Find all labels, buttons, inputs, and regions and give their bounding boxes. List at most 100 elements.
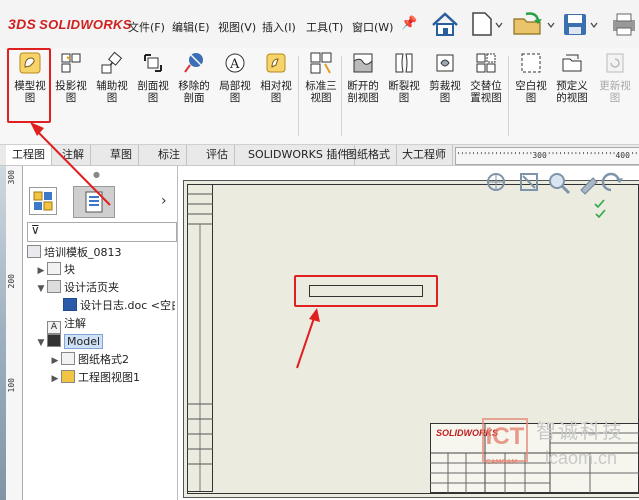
watermark-url: icaom.cn [545, 448, 618, 468]
menu-edit[interactable]: 编辑(E) [172, 19, 210, 35]
empty-view-icon [521, 53, 541, 73]
open-folder-icon [513, 12, 555, 35]
panel-grip-icon: ● [93, 170, 100, 179]
tab-markup[interactable]: 标注 [152, 145, 187, 165]
home-icon [432, 12, 458, 36]
print-button[interactable] [608, 10, 639, 38]
word-document-icon [63, 298, 77, 311]
tree-root[interactable]: 培训模板_0813 [27, 244, 122, 262]
detail-view-icon: A [225, 53, 245, 73]
empty-view-highlight [294, 275, 438, 307]
tree-item-sheet-format[interactable]: ▶ 图纸格式2 [49, 351, 129, 369]
watermark-logo: ICT [482, 418, 528, 462]
zoom-area-icon [520, 173, 538, 191]
horizontal-ruler: ''''''''''''''''''''300'''''''''''''''''… [455, 147, 639, 165]
crop-view-icon [436, 54, 454, 72]
save-button[interactable] [560, 10, 604, 38]
menu-view[interactable]: 视图(V) [218, 19, 256, 35]
feature-manager-panel: ● › ⊽ 培训模板_0813 ▶ 块 ▼ 设计活页夹 设计日志.doc <空白 A… [23, 166, 178, 500]
command-tabs: 工程图 注解 草图 标注 评估 SOLIDWORKS 插件 图纸格式 大工程师 … [0, 144, 639, 166]
tree-item-model[interactable]: ▼ Model [35, 333, 104, 351]
relative-view-button[interactable]: 相对视图 [258, 51, 294, 143]
command-manager-ribbon: 模型视图 投影视图 辅助视图 剖面视图 移除的 剖面 A 局部视图 相对视图 标准… [0, 48, 639, 144]
ribbon-separator [341, 56, 342, 136]
crop-view-button[interactable]: 剪裁视图 [427, 51, 463, 143]
zoom-icon [549, 173, 571, 195]
checkmark-icon [594, 199, 606, 219]
tree-item-block[interactable]: ▶ 块 [35, 261, 75, 279]
property-manager-icon [85, 191, 103, 213]
drawing-icon [27, 245, 41, 258]
filter-icon: ⊽ [31, 223, 40, 237]
standard-3-view-button[interactable]: 标准三 视图 [303, 51, 339, 143]
menu-insert[interactable]: 插入(I) [262, 19, 296, 35]
rotate-icon [601, 172, 623, 192]
heads-up-view-toolbar[interactable] [483, 170, 633, 196]
update-view-icon [606, 53, 624, 73]
section-view-button[interactable]: 剖面视图 [135, 51, 171, 143]
projected-view-icon [61, 53, 81, 73]
filter-box[interactable]: ⊽ [27, 222, 177, 242]
standard-3-view-icon [310, 52, 332, 74]
vertical-ruler: 300 200 100 [6, 166, 23, 500]
predefined-view-icon [562, 54, 582, 72]
pin-icon[interactable]: 📌 [401, 16, 417, 31]
ribbon-separator [508, 56, 509, 136]
predefined-view-button[interactable]: 预定义 的视图 [554, 51, 590, 143]
break-view-button[interactable]: 断裂视图 [386, 51, 422, 143]
ruler-label: 300 [7, 170, 16, 185]
ruler-label: 200 [7, 274, 16, 289]
home-button[interactable] [428, 10, 462, 38]
menu-file[interactable]: 文件(F) [128, 19, 165, 35]
drawing-view-icon [61, 370, 75, 383]
new-document-icon [472, 12, 503, 36]
title-bar: 3DS SOLIDWORKS 文件(F) 编辑(E) 视图(V) 插入(I) 工具… [0, 0, 639, 49]
solidworks-logo[interactable]: 3DS SOLIDWORKS [8, 16, 132, 32]
tree-item-design-log[interactable]: 设计日志.doc <空白 [63, 297, 175, 315]
sheet-icon [47, 334, 61, 347]
alternate-position-view-button[interactable]: 交替位 置视图 [468, 51, 504, 143]
chevron-right-icon[interactable]: › [161, 193, 167, 209]
ruler-label: 100 [7, 378, 16, 393]
featuremanager-tab[interactable] [29, 187, 57, 215]
svg-text:A: A [229, 57, 240, 72]
open-button[interactable] [510, 10, 558, 38]
removed-section-icon [184, 53, 203, 73]
tab-solidworks-addins[interactable]: SOLIDWORKS 插件 [242, 145, 356, 165]
tab-sketch[interactable]: 草图 [104, 145, 139, 165]
tab-annotation[interactable]: 注解 [56, 145, 91, 165]
empty-view-button[interactable]: 空白视图 [513, 51, 549, 143]
zoom-to-fit-icon [487, 173, 505, 191]
watermark-text: 智诚科技 [536, 419, 624, 443]
tree-item-design-binder[interactable]: ▼ 设计活页夹 [35, 279, 119, 297]
break-view-icon [395, 53, 413, 73]
update-view-button[interactable]: 更新视图 [597, 51, 633, 143]
tab-evaluate[interactable]: 评估 [200, 145, 235, 165]
projected-view-button[interactable]: 投影视图 [53, 51, 89, 143]
model-view-highlight [7, 48, 51, 123]
tab-drawing[interactable]: 工程图 [6, 145, 52, 165]
menu-window[interactable]: 窗口(W) [352, 19, 393, 35]
print-icon [613, 13, 635, 36]
sheet-format-icon [61, 352, 75, 365]
removed-section-button[interactable]: 移除的 剖面 [176, 51, 212, 143]
menu-tools[interactable]: 工具(T) [306, 19, 343, 35]
tab-sheet-format[interactable]: 图纸格式 [340, 145, 397, 165]
auxiliary-view-icon [101, 51, 123, 74]
watermark-sub: CAMCAM [486, 458, 518, 466]
auxiliary-view-button[interactable]: 辅助视图 [94, 51, 130, 143]
new-document-button[interactable] [466, 10, 504, 38]
feature-tree-icon [33, 191, 53, 211]
tree-item-annotations[interactable]: A 注解 [47, 315, 86, 334]
save-icon [564, 14, 598, 35]
tab-engineer[interactable]: 大工程师 [396, 145, 453, 165]
left-revision-column [187, 184, 213, 492]
broken-out-section-icon [353, 53, 373, 73]
pan-icon [580, 177, 598, 195]
tree-item-drawing-view[interactable]: ▶ 工程图视图1 [49, 369, 140, 387]
propertymanager-tab[interactable] [73, 186, 115, 218]
broken-out-section-button[interactable]: 断开的 剖视图 [345, 51, 381, 143]
block-icon [47, 262, 61, 275]
folder-icon [47, 280, 61, 293]
detail-view-button[interactable]: A 局部视图 [217, 51, 253, 143]
